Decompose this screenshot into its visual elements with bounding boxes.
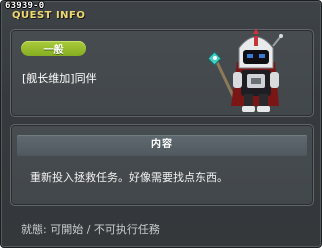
quest-content-panel: 内容 重新投入拯救任务。好像需要找点东西。 bbox=[10, 124, 314, 206]
quest-status: 就態: 可開始 / 不可执行任務 bbox=[21, 223, 160, 236]
content-section-header: 内容 bbox=[17, 135, 307, 156]
quest-category-badge: 一般 bbox=[21, 41, 86, 56]
window-title: QUEST INFO bbox=[12, 10, 86, 21]
quest-info-window: 63939-0 QUEST INFO 一般 [舰长维加]同伴 内容 重新投入拯救… bbox=[0, 0, 322, 248]
npc-portrait-icon bbox=[209, 28, 283, 112]
quest-summary-panel: 一般 [舰长维加]同伴 bbox=[10, 28, 314, 117]
quest-name: [舰长维加]同伴 bbox=[22, 72, 97, 85]
quest-description: 重新投入拯救任务。好像需要找点东西。 bbox=[30, 171, 228, 184]
